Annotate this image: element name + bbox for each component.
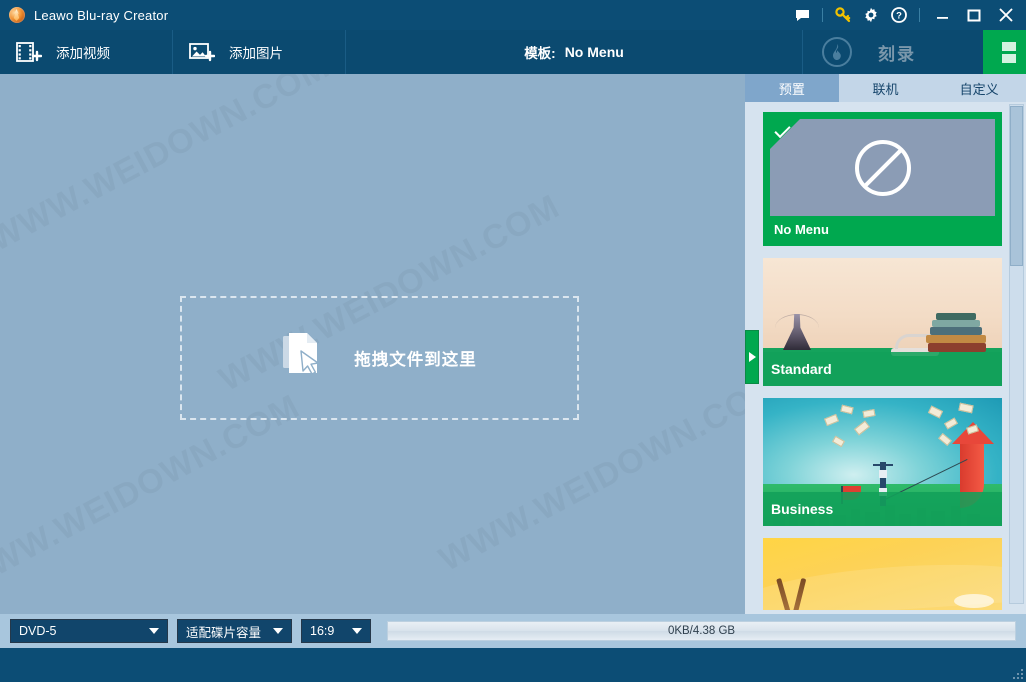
- disc-type-value: DVD-5: [19, 624, 139, 638]
- capacity-label: 0KB/4.38 GB: [668, 625, 735, 637]
- no-menu-slash-icon: [855, 140, 911, 196]
- resize-grip[interactable]: [1011, 667, 1023, 679]
- chevron-down-icon: [149, 628, 159, 634]
- template-list[interactable]: No Menu Standard: [745, 102, 1026, 614]
- scene-cloud: [954, 594, 994, 608]
- scene-banknote: [958, 403, 973, 414]
- capacity-bar: 0KB/4.38 GB: [387, 621, 1016, 641]
- template-thumbnail: [770, 119, 995, 216]
- scene-banknote: [854, 421, 870, 436]
- document-cursor-icon: [282, 332, 328, 384]
- disc-type-select[interactable]: DVD-5: [10, 619, 168, 643]
- template-thumbnail: [763, 538, 1002, 610]
- question-circle-icon[interactable]: ?: [885, 0, 913, 30]
- layout-list-icon[interactable]: [983, 30, 1026, 74]
- add-image-button[interactable]: 添加图片: [173, 30, 346, 74]
- fit-mode-select[interactable]: 适配碟片容量: [177, 619, 292, 643]
- scene-banknote: [928, 406, 943, 419]
- tab-custom[interactable]: 自定义: [932, 74, 1026, 102]
- aspect-ratio-value: 16:9: [310, 624, 342, 638]
- template-tabs: 预置 联机 自定义: [745, 74, 1026, 102]
- template-list-scrollbar[interactable]: [1009, 104, 1024, 604]
- scene-banknote: [862, 409, 875, 418]
- film-plus-icon: [16, 41, 42, 63]
- gear-icon[interactable]: [857, 0, 885, 30]
- main-toolbar: 添加视频 添加图片 模板: No Menu 刻录: [0, 30, 1026, 74]
- scene-sticks: [777, 574, 817, 610]
- window-title: Leawo Blu-ray Creator: [34, 8, 168, 23]
- scene-banknote: [824, 414, 839, 426]
- drop-zone-label: 拖拽文件到这里: [354, 346, 477, 370]
- title-bar-controls: ?: [788, 0, 1026, 30]
- template-card-label: Standard: [763, 352, 1002, 386]
- watermark: WWW.WEIDOWN.COM: [0, 74, 336, 260]
- fit-mode-value: 适配碟片容量: [186, 622, 263, 641]
- title-bar: Leawo Blu-ray Creator: [0, 0, 1026, 30]
- scene-banknote: [832, 436, 845, 448]
- scrollbar-thumb[interactable]: [1010, 106, 1023, 266]
- template-card-partial[interactable]: [763, 538, 1002, 610]
- burn-label: 刻录: [878, 40, 916, 65]
- add-image-label: 添加图片: [229, 42, 283, 62]
- add-video-label: 添加视频: [56, 42, 110, 62]
- layout-bars: [994, 42, 1016, 63]
- speech-bubble-icon[interactable]: [788, 0, 816, 30]
- chevron-down-icon: [273, 628, 283, 634]
- divider: [822, 8, 823, 22]
- maximize-icon[interactable]: [958, 0, 990, 30]
- panel-collapse-handle[interactable]: [745, 330, 759, 384]
- drop-zone[interactable]: 拖拽文件到这里: [180, 296, 579, 420]
- scene-banknote: [938, 433, 952, 446]
- chevron-down-icon: [352, 628, 362, 634]
- leawo-disc-icon: [9, 7, 25, 23]
- template-card-no-menu[interactable]: No Menu: [763, 112, 1002, 246]
- layout-bar: [994, 42, 1016, 51]
- add-video-button[interactable]: 添加视频: [0, 30, 173, 74]
- flame-circle-icon: [822, 37, 852, 67]
- tab-online[interactable]: 联机: [839, 74, 933, 102]
- title-bar-left: Leawo Blu-ray Creator: [0, 7, 168, 23]
- scene-books: [926, 308, 988, 352]
- scene-banknote: [840, 405, 853, 415]
- bottom-settings-bar: DVD-5 适配碟片容量 16:9 0KB/4.38 GB: [0, 614, 1026, 648]
- tab-preset[interactable]: 预置: [745, 74, 839, 102]
- template-card-business[interactable]: Business: [763, 398, 1002, 526]
- template-panel: 预置 联机 自定义 No Menu: [745, 74, 1026, 614]
- template-indicator: 模板: No Menu: [346, 30, 803, 74]
- template-card-standard[interactable]: Standard: [763, 258, 1002, 386]
- template-label: 模板:: [524, 42, 556, 62]
- template-card-label: No Menu: [766, 216, 999, 243]
- application-window: Leawo Blu-ray Creator: [0, 0, 1026, 682]
- template-card-label: Business: [763, 492, 1002, 526]
- minimize-icon[interactable]: [926, 0, 958, 30]
- key-icon[interactable]: [829, 0, 857, 30]
- status-footer: [0, 648, 1026, 682]
- image-plus-icon: [189, 41, 215, 63]
- chevron-right-triangle-icon: [749, 352, 756, 362]
- layout-bar: [994, 54, 1016, 63]
- divider: [919, 8, 920, 22]
- close-icon[interactable]: [990, 0, 1022, 30]
- check-icon: [770, 119, 800, 149]
- burn-button[interactable]: 刻录: [803, 30, 983, 74]
- aspect-ratio-select[interactable]: 16:9: [301, 619, 371, 643]
- media-list-area[interactable]: WWW.WEIDOWN.COM WWW.WEIDOWN.COM WWW.WEID…: [0, 74, 745, 614]
- svg-text:?: ?: [896, 11, 902, 22]
- template-value: No Menu: [565, 44, 624, 60]
